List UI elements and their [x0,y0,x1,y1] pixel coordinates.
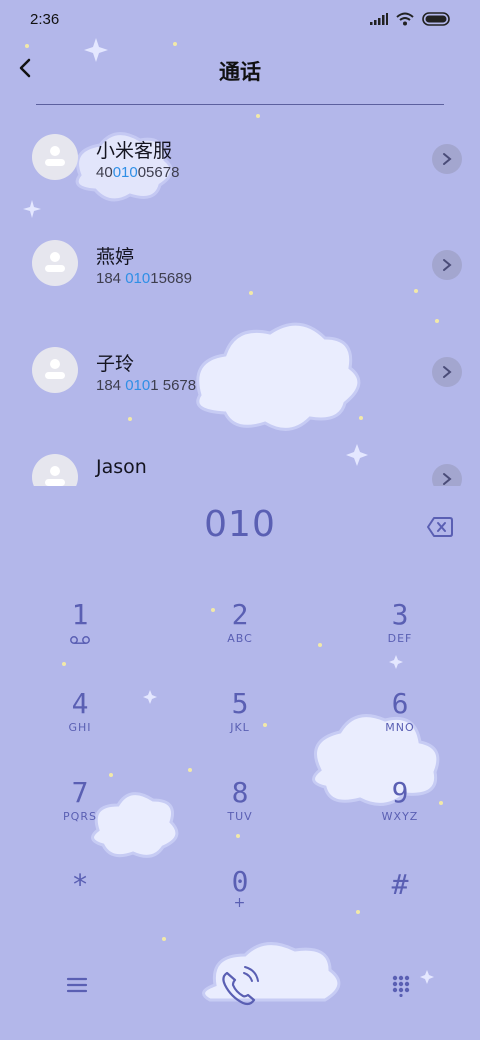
number-prefix: 184 [96,377,126,394]
divider [36,104,444,105]
key-digit: 7 [71,776,89,809]
person-icon [45,252,65,272]
number-match: 010 [112,164,138,181]
contact-number: 4001005678 [96,164,179,181]
list-item[interactable]: 子玲 184 0101 5678 [0,323,480,429]
chevron-right-icon[interactable] [432,144,462,174]
number-match: 010 [125,270,151,287]
avatar [32,347,78,393]
avatar [32,134,78,180]
key-2[interactable]: 2 ABC [180,600,300,670]
contact-number: 184 01015689 [96,270,192,287]
key-digit: 4 [71,687,89,720]
key-1[interactable]: 1 [20,600,140,670]
number-suffix: 15689 [150,270,192,287]
key-0[interactable]: 0 + [180,867,300,937]
key-3[interactable]: 3 DEF [340,600,460,670]
backspace-icon[interactable] [426,515,454,539]
contact-name: Jason [96,456,147,478]
chevron-right-icon[interactable] [432,464,462,486]
signal-icon [370,13,388,25]
key-5[interactable]: 5 JKL [180,689,300,759]
key-letters: WXYZ [381,810,419,823]
key-letters: DEF [387,632,413,645]
contact-number: 184 0101 5678 [96,377,196,394]
key-letters: GHI [68,721,92,734]
status-icons [370,12,452,26]
bottom-bar [0,955,480,1025]
key-digit: 6 [391,687,409,720]
key-digit: * [71,868,89,901]
status-time: 2:36 [30,11,60,28]
key-letters: + [233,895,247,911]
contact-name: 子玲 [96,353,135,375]
key-digit: 1 [71,598,89,631]
key-6[interactable]: 6 MNO [340,689,460,759]
key-digit: 3 [391,598,409,631]
battery-icon [422,12,450,26]
key-9[interactable]: 9 WXYZ [340,778,460,848]
page-title: 通话 [219,60,261,84]
key-letters: JKL [230,721,250,734]
key-4[interactable]: 4 GHI [20,689,140,759]
key-digit: 8 [231,776,249,809]
person-icon [45,146,65,166]
number-prefix: 184 [96,270,126,287]
key-letters: TUV [227,810,253,823]
contact-list: 小米客服 4001005678 燕婷 184 01015689 子玲 184 0… [0,110,480,486]
person-icon [45,466,65,486]
number-match: 010 [125,377,151,394]
dialpad: 1 2 ABC 3 DEF 4 GHI 5 JKL 6 MNO 7 PQRS 8… [0,600,480,930]
contact-name: 燕婷 [96,246,135,268]
list-item[interactable]: 小米客服 4001005678 [0,110,480,216]
dialed-number: 010 [204,504,276,545]
person-icon [45,359,65,379]
key-digit: 5 [231,687,249,720]
key-digit: 0 [231,865,249,898]
list-item[interactable]: Jason [0,430,480,486]
key-letters: MNO [385,721,415,734]
list-item[interactable]: 燕婷 184 01015689 [0,216,480,322]
number-prefix: 40 [96,164,113,181]
key-letters: PQRS [63,810,97,823]
key-star[interactable]: * [20,870,140,940]
phone-icon[interactable] [218,965,262,1007]
key-8[interactable]: 8 TUV [180,778,300,848]
key-digit: 2 [231,598,249,631]
key-digit: 9 [391,776,409,809]
contact-name: 小米客服 [96,140,173,162]
number-suffix: 05678 [137,164,180,181]
status-bar: 2:36 [0,0,480,40]
chevron-right-icon[interactable] [432,357,462,387]
avatar [32,454,78,486]
keypad-icon[interactable] [392,975,410,997]
wifi-icon [396,12,414,26]
key-digit: # [391,868,409,901]
key-letters: ABC [227,632,253,645]
avatar [32,240,78,286]
chevron-right-icon[interactable] [432,250,462,280]
key-hash[interactable]: # [340,870,460,940]
number-suffix: 1 5678 [150,377,197,394]
voicemail-icon [70,636,90,644]
key-7[interactable]: 7 PQRS [20,778,140,848]
menu-icon[interactable] [66,975,88,995]
